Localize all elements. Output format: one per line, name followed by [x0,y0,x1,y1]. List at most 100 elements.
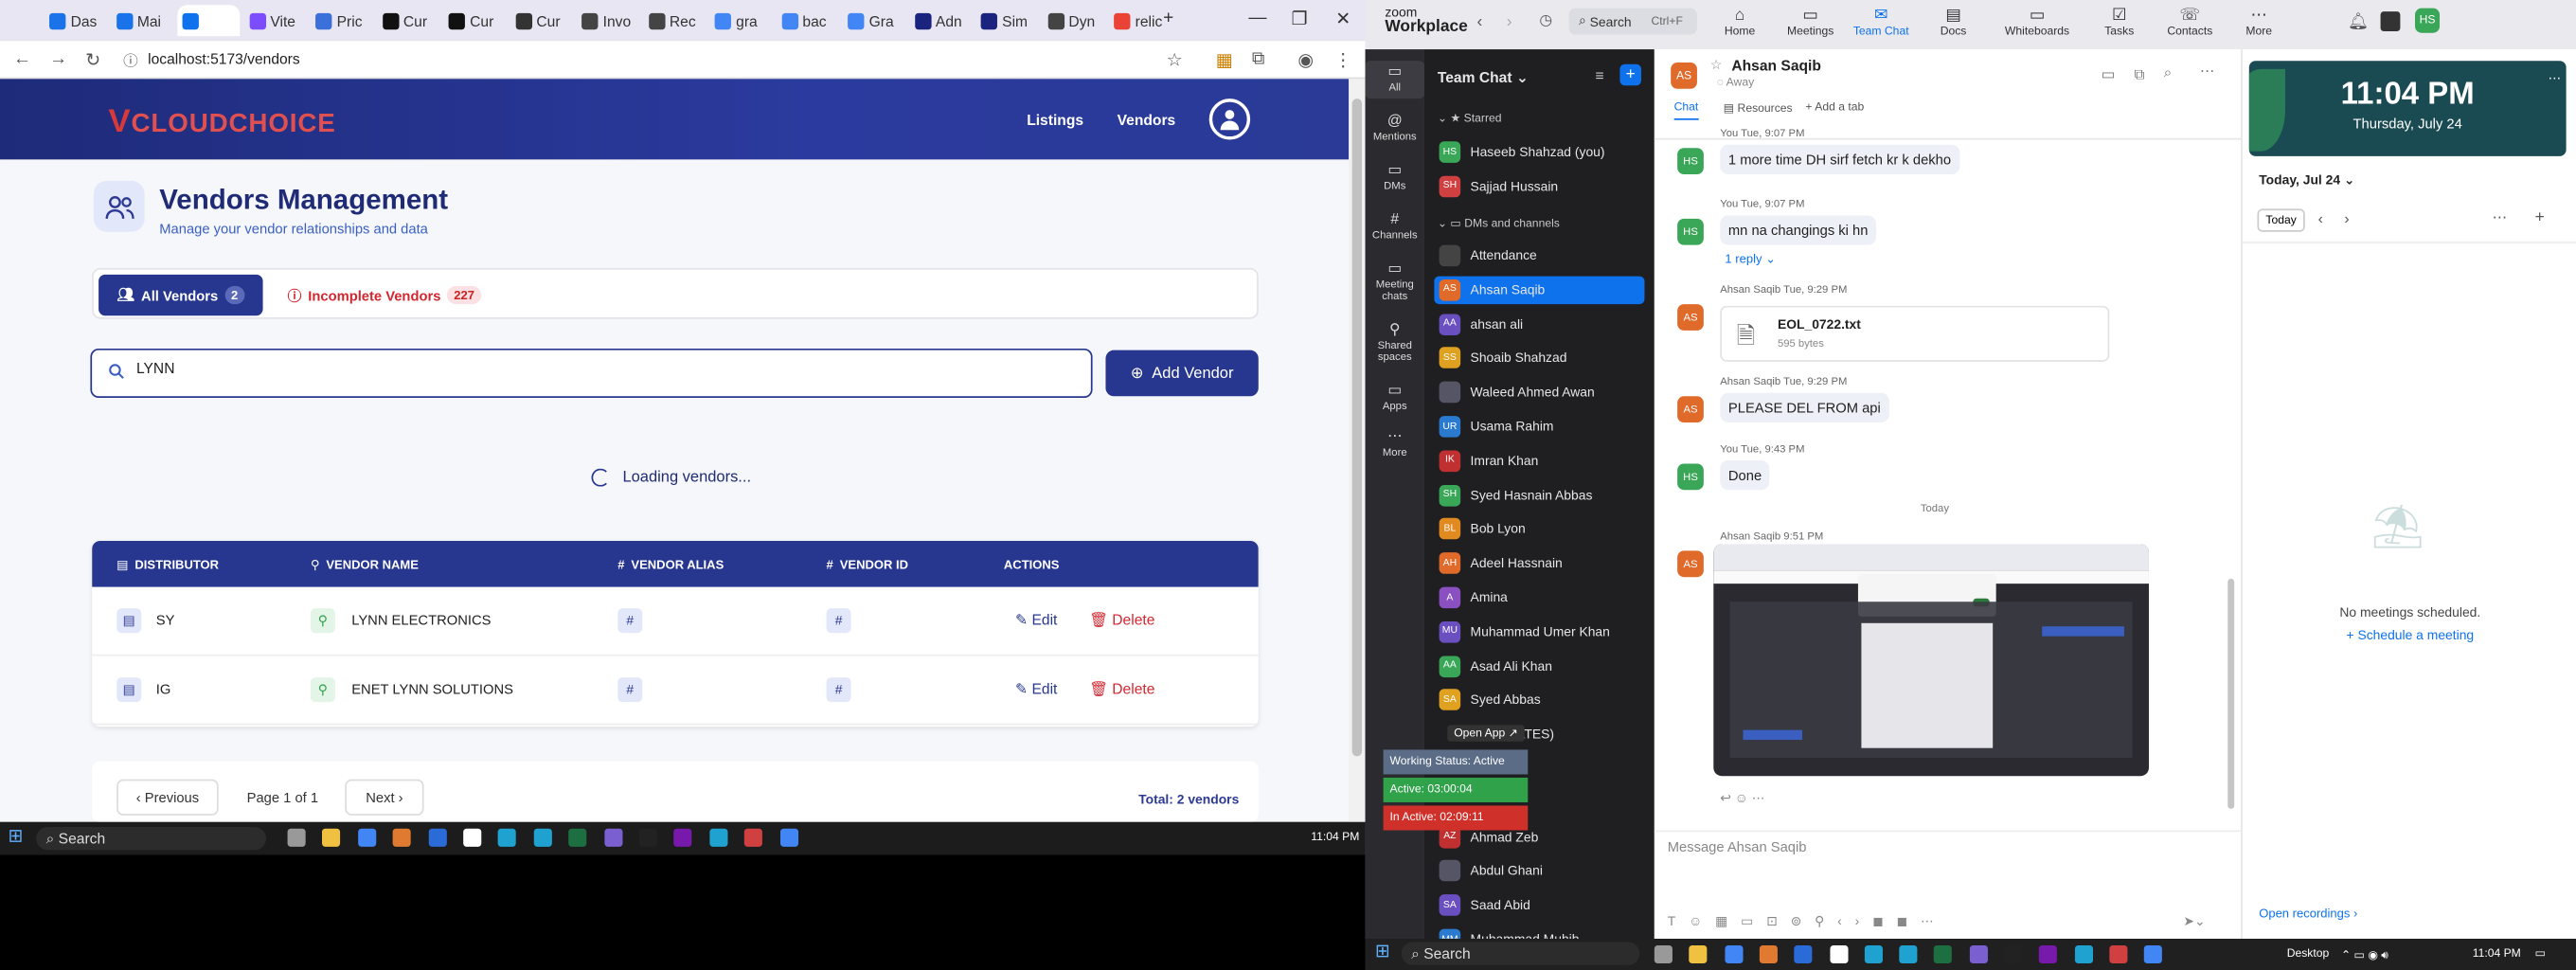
taskbar-app-icon[interactable] [1654,944,1673,964]
edit-button[interactable]: ✎ Edit [1015,681,1057,699]
taskbar-app-icon[interactable] [1759,944,1778,964]
video-icon[interactable]: ▭ [2102,65,2116,83]
taskbar-app-icon[interactable] [1969,944,1988,964]
chat-list-item[interactable]: AA Asad Ali Khan [1434,652,1644,680]
sidebar-meeting-chats[interactable]: ▭ Meeting chats [1366,261,1424,304]
taskbar-app-icon[interactable] [1864,944,1883,964]
tab-resources[interactable]: ▤ Resources [1724,102,1793,115]
chat-list-item[interactable]: AS Ahsan Saqib [1434,276,1645,304]
chat-list-item[interactable]: AA ahsan ali [1434,310,1644,338]
thread-replies[interactable]: 1 reply ⌄ [1725,252,1776,267]
zoom-tab-more[interactable]: ⋯ More [2218,7,2300,38]
taskbar-app-icon[interactable] [1899,944,1918,964]
taskbar-search[interactable]: ⌕ Search [1401,942,1640,965]
taskbar-app-icon[interactable] [1689,944,1708,964]
maximize-button[interactable]: ❐ [1291,9,1307,30]
app-icon[interactable] [2380,11,2401,31]
sidebar-mentions[interactable]: @ Mentions [1366,113,1424,143]
sidebar-dms[interactable]: ▭ DMs [1366,162,1424,193]
zoom-tab-team-chat[interactable]: ✉ Team Chat [1840,7,1923,38]
dms-channels-section[interactable]: ⌄ ▭ DMs and channels [1438,217,1560,230]
browser-tab[interactable]: Adn [909,5,972,36]
browser-tab[interactable]: Invo [577,5,639,36]
extension-icon[interactable]: ▦ [1216,49,1233,71]
browser-tab[interactable]: Sim [975,5,1038,36]
back-icon[interactable]: ‹ [1476,13,1482,31]
taskbar-app-icon[interactable] [603,828,622,847]
chat-list-item[interactable]: SA Saad Abid [1434,891,1644,920]
search-icon[interactable]: ⌕ [2164,64,2173,82]
chat-list-item[interactable]: IK Imran Khan [1434,447,1644,476]
message-text[interactable]: PLEASE DEL FROM api [1720,392,1889,423]
browser-tab[interactable]: Cur [377,5,439,36]
taskbar-app-icon[interactable] [1829,944,1848,964]
send-icon[interactable]: ➤⌄ [2183,914,2205,929]
chat-list-item[interactable]: MU Muhammad Umer Khan [1434,618,1644,646]
taskbar-app-icon[interactable] [638,828,657,847]
close-window-button[interactable]: ✕ [1335,9,1351,30]
chat-list-item[interactable]: Abdul Ghani [1434,857,1644,886]
browser-tab[interactable]: bac [777,5,839,36]
taskbar-app-icon[interactable] [498,828,517,847]
taskbar-app-icon[interactable] [2074,944,2093,964]
taskbar-app-icon[interactable] [779,828,798,847]
chat-list-item[interactable]: HS Haseeb Shahzad (you) [1434,138,1644,167]
minimize-button[interactable]: — [1248,9,1266,28]
chat-list-item[interactable]: UR Usama Rahim [1434,413,1644,441]
start-icon[interactable]: ⊞ [1375,941,1393,961]
star-icon[interactable]: ☆ [1710,58,1722,73]
browser-tab[interactable]: Vite [244,5,307,36]
zoom-tab-whiteboards[interactable]: ▭ Whiteboards [1996,7,2079,38]
nav-vendors[interactable]: Vendors [1118,112,1176,128]
browser-tab[interactable]: Mai [111,5,173,36]
message-text[interactable]: 1 more time DH sirf fetch kr k dekho [1720,144,1959,174]
taskbar-app-icon[interactable] [428,828,447,847]
message-text[interactable]: mn na changings ki hn [1720,215,1877,245]
chat-list-item[interactable]: MM Muhammad Muhib [1434,925,1644,940]
browser-tab[interactable]: relic [1109,5,1172,36]
user-avatar-icon[interactable] [1208,99,1251,140]
sidebar-apps[interactable]: ▭ Apps [1366,383,1424,413]
browser-tab[interactable]: Das [45,5,107,36]
back-icon[interactable]: ← [13,49,31,69]
taskbar-app-icon[interactable] [2004,944,2023,964]
chat-list-item[interactable]: SS Shoaib Shahzad [1434,344,1644,372]
taskbar-app-icon[interactable] [2144,944,2163,964]
chat-list-item[interactable]: SA Syed Abbas [1434,686,1644,714]
tab-incomplete-vendors[interactable]: ⓘ Incomplete Vendors 227 [288,275,481,315]
message-input[interactable]: Message Ahsan Saqib [1668,838,1807,854]
browser-tab[interactable]: Pric [311,5,373,36]
zoom-tab-docs[interactable]: ▤ Docs [1912,7,1995,38]
chat-list-item[interactable]: AH Adeel Hassnain [1434,549,1644,578]
chat-avatar[interactable]: AS [1671,62,1697,89]
chat-list-item[interactable]: Attendance [1434,242,1644,270]
sidebar-channels[interactable]: # Channels [1366,212,1424,242]
taskbar-app-icon[interactable] [392,828,412,847]
sidebar-more[interactable]: ⋯ More [1366,429,1424,459]
add-vendor-button[interactable]: ⊕ Add Vendor [1105,350,1259,397]
chat-list-item[interactable]: Waleed Ahmed Awan [1434,379,1644,407]
site-info-icon[interactable]: ⓘ [123,49,138,71]
notification-icon[interactable]: ▭ [2535,947,2546,960]
chat-list-item[interactable]: A Amina [1434,584,1644,612]
zoom-search[interactable]: ⌕ Search Ctrl+F [1568,8,1697,35]
tab-all-vendors[interactable]: 👥︎ All Vendors 2 [98,274,263,316]
composer-toolbar[interactable]: T☺▦▭⊡⊚⚲‹›◼◼⋯ [1668,914,1947,929]
previous-button[interactable]: ‹ Previous [116,779,219,816]
taskbar-app-icon[interactable] [744,828,763,847]
page-scrollbar[interactable] [1349,79,1366,822]
browser-menu-icon[interactable]: ⋮ [1334,49,1352,71]
calendar-date[interactable]: Today, Jul 24 ⌄ [2259,172,2354,188]
taskbar-app-icon[interactable] [463,828,482,847]
next-day-icon[interactable]: › [2344,210,2349,226]
bell-icon[interactable]: 🔔︎ [2348,13,2369,31]
browser-tab[interactable]: Cur [510,5,573,36]
file-attachment[interactable]: 🗎︎ EOL_0722.txt 595 bytes [1720,305,2110,362]
taskbar-app-icon[interactable] [709,828,728,847]
chat-list-item[interactable]: SH Syed Hasnain Abbas [1434,481,1644,510]
profile-avatar[interactable]: HS [2415,8,2441,33]
add-meeting-icon[interactable]: + [2535,208,2545,226]
more-icon[interactable]: ⋯ [2200,63,2215,81]
chat-list-item[interactable]: BL Bob Lyon [1434,515,1644,544]
delete-button[interactable]: 🗑︎ Delete [1089,612,1154,630]
